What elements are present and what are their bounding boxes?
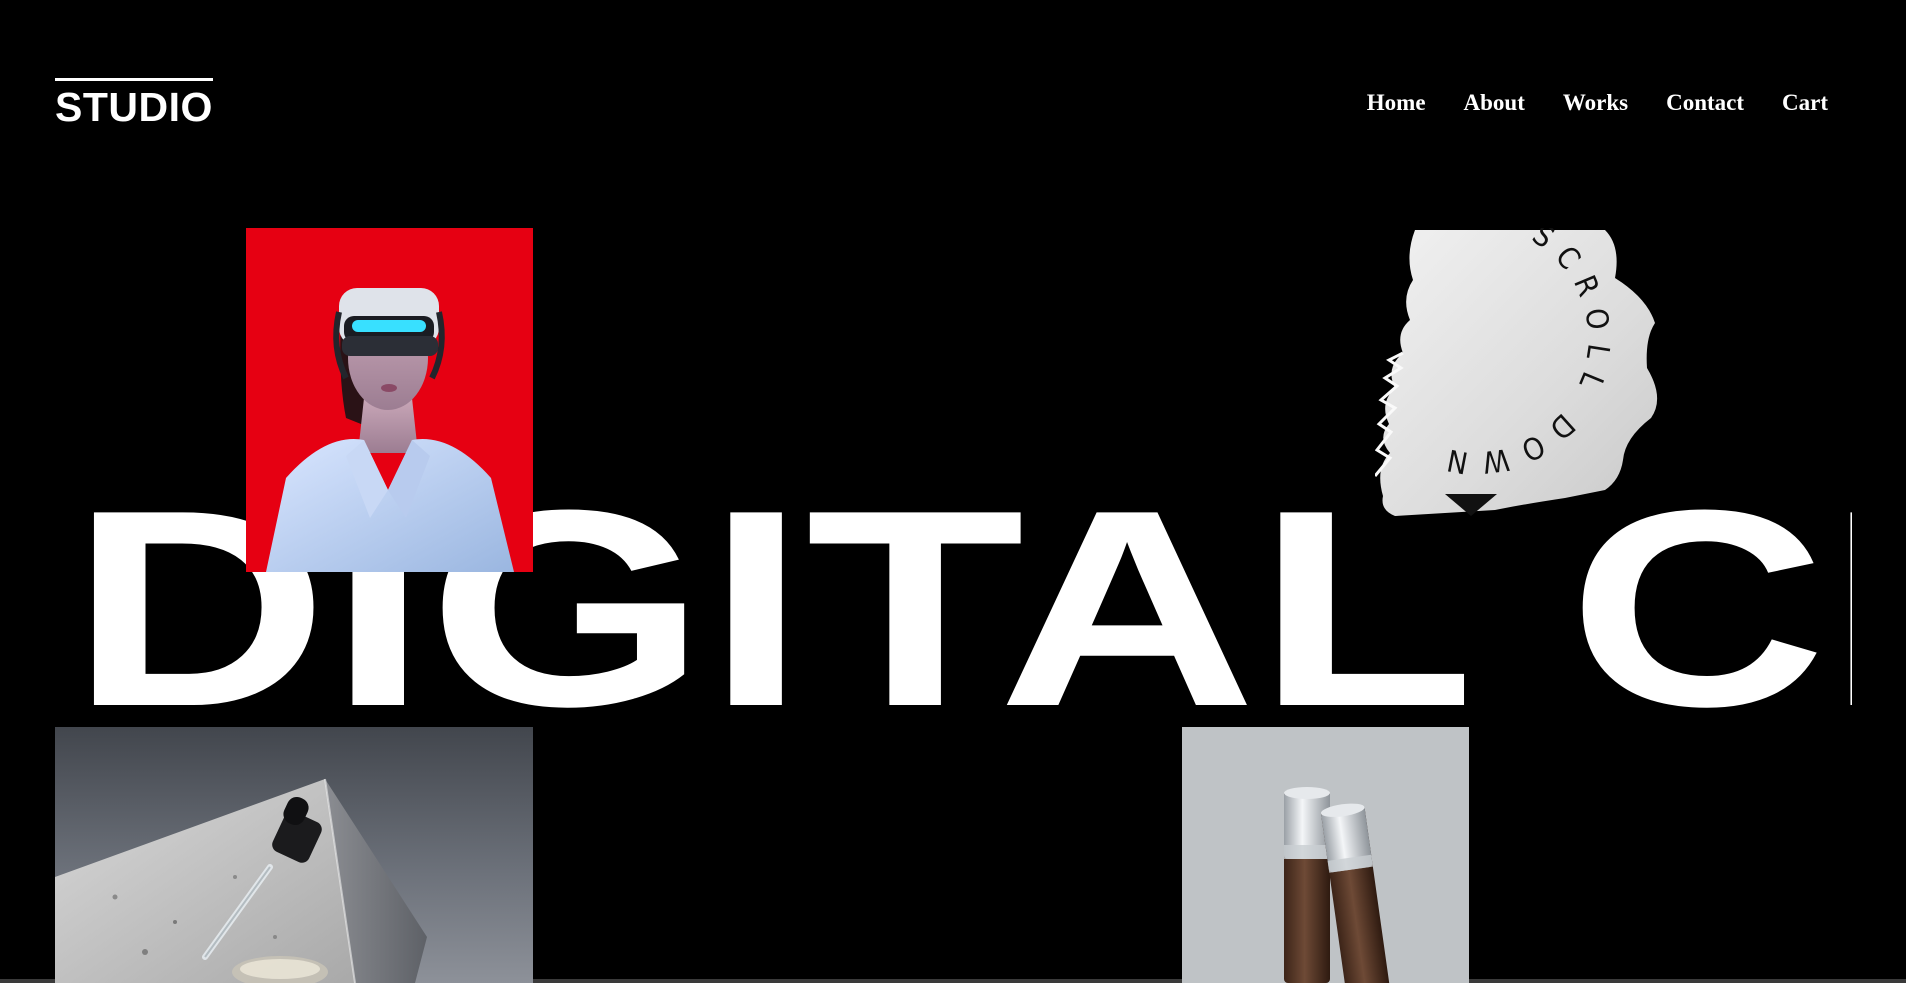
nav-contact[interactable]: Contact bbox=[1666, 88, 1744, 118]
nav-cart[interactable]: Cart bbox=[1782, 88, 1828, 118]
nav-home[interactable]: Home bbox=[1367, 88, 1426, 118]
vr-woman-image[interactable] bbox=[246, 228, 533, 572]
nav-about[interactable]: About bbox=[1464, 88, 1525, 118]
scroll-badge-svg: SCROLL DOWN SCR bbox=[1375, 228, 1658, 516]
nav-works[interactable]: Works bbox=[1563, 88, 1628, 118]
dropper-bottle-image[interactable] bbox=[55, 727, 533, 983]
main-nav: Home About Works Contact Cart bbox=[1367, 88, 1828, 118]
vr-woman-illustration bbox=[246, 228, 533, 572]
studio-logo[interactable]: STUDIO bbox=[55, 78, 213, 128]
cosmetic-tubes-image[interactable] bbox=[1182, 727, 1469, 983]
page: STUDIO Home About Works Contact Cart DIG… bbox=[0, 0, 1906, 983]
tubes-illustration bbox=[1182, 727, 1469, 983]
dropper-illustration bbox=[55, 778, 427, 983]
scroll-down-badge[interactable]: SCROLL DOWN SCR bbox=[1375, 228, 1660, 516]
